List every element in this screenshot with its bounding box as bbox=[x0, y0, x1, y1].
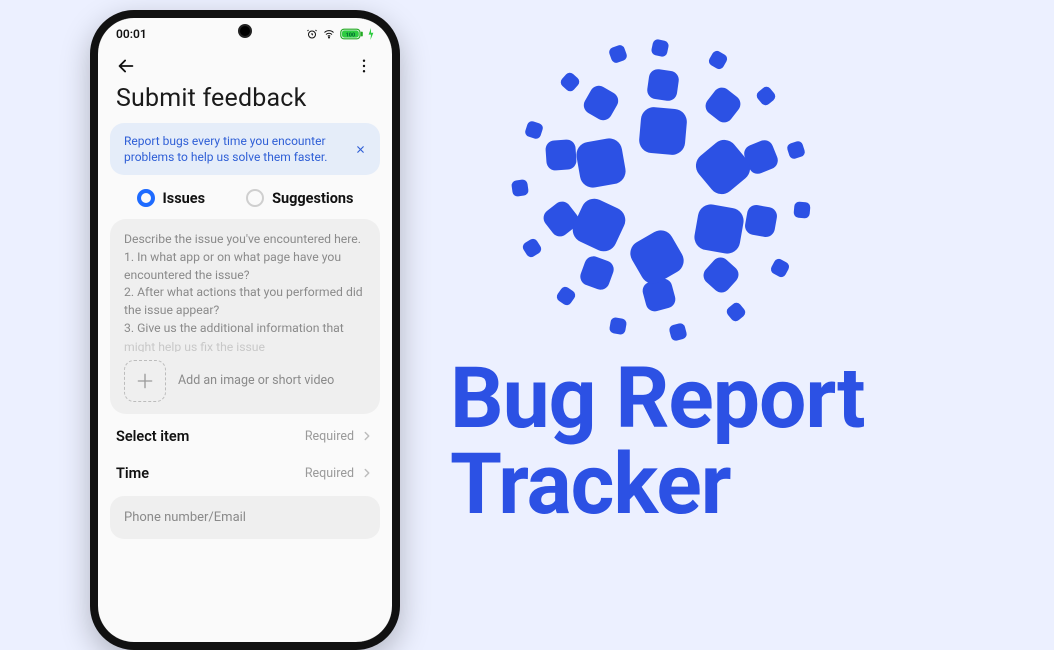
alarm-icon bbox=[306, 28, 318, 40]
radio-unselected-icon bbox=[246, 189, 264, 207]
chevron-right-icon bbox=[360, 466, 374, 480]
contact-placeholder: Phone number/Email bbox=[124, 510, 246, 525]
tab-issues[interactable]: Issues bbox=[137, 189, 206, 207]
battery-icon: 100 bbox=[340, 28, 364, 40]
add-media-row[interactable]: Add an image or short video bbox=[124, 360, 366, 402]
tab-issues-label: Issues bbox=[163, 190, 206, 207]
brand-title-line1: Bug Report bbox=[450, 349, 865, 448]
select-item-label: Select item bbox=[116, 428, 189, 445]
back-button[interactable] bbox=[114, 54, 138, 78]
select-item-row[interactable]: Select item Required bbox=[98, 414, 392, 459]
status-time: 00:01 bbox=[116, 27, 147, 41]
charging-icon bbox=[368, 28, 374, 40]
brand-title: Bug Report Tracker bbox=[450, 356, 865, 527]
description-card[interactable]: Describe the issue you've encountered he… bbox=[110, 219, 380, 413]
phone-screen: 00:01 100 Submit feedback R bbox=[98, 18, 392, 642]
dots-vertical-icon bbox=[355, 57, 373, 75]
wifi-icon bbox=[322, 28, 336, 40]
canvas: 00:01 100 Submit feedback R bbox=[0, 0, 1054, 574]
status-bar: 00:01 100 bbox=[98, 18, 392, 46]
add-media-label: Add an image or short video bbox=[178, 373, 334, 388]
info-banner-close[interactable] bbox=[350, 139, 370, 159]
info-banner: Report bugs every time you encounter pro… bbox=[110, 123, 380, 175]
logo-icon bbox=[500, 30, 820, 350]
status-icons: 100 bbox=[306, 28, 374, 40]
tab-suggestions[interactable]: Suggestions bbox=[246, 189, 353, 207]
plus-icon bbox=[135, 371, 155, 391]
more-button[interactable] bbox=[352, 54, 376, 78]
info-banner-text: Report bugs every time you encounter pro… bbox=[124, 134, 327, 164]
description-placeholder: Describe the issue you've encountered he… bbox=[124, 231, 366, 337]
tab-suggestions-label: Suggestions bbox=[272, 190, 353, 207]
svg-text:100: 100 bbox=[346, 32, 356, 38]
select-item-hint: Required bbox=[305, 429, 354, 444]
time-row[interactable]: Time Required bbox=[98, 459, 392, 496]
arrow-left-icon bbox=[115, 55, 137, 77]
contact-input[interactable]: Phone number/Email bbox=[110, 496, 380, 539]
feedback-type-tabs: Issues Suggestions bbox=[98, 185, 392, 219]
brand-logo bbox=[500, 30, 820, 350]
chevron-right-icon bbox=[360, 429, 374, 443]
page-title: Submit feedback bbox=[98, 82, 392, 123]
time-label: Time bbox=[116, 465, 149, 482]
add-media-box[interactable] bbox=[124, 360, 166, 402]
phone-frame: 00:01 100 Submit feedback R bbox=[90, 10, 400, 650]
front-camera bbox=[238, 24, 252, 38]
description-placeholder-cut: might help us fix the issue bbox=[124, 340, 366, 352]
app-bar bbox=[98, 46, 392, 82]
brand-panel: Bug Report Tracker bbox=[450, 30, 1030, 527]
time-hint: Required bbox=[305, 466, 354, 481]
brand-title-line2: Tracker bbox=[450, 435, 731, 534]
close-icon bbox=[355, 144, 366, 155]
radio-selected-icon bbox=[137, 189, 155, 207]
